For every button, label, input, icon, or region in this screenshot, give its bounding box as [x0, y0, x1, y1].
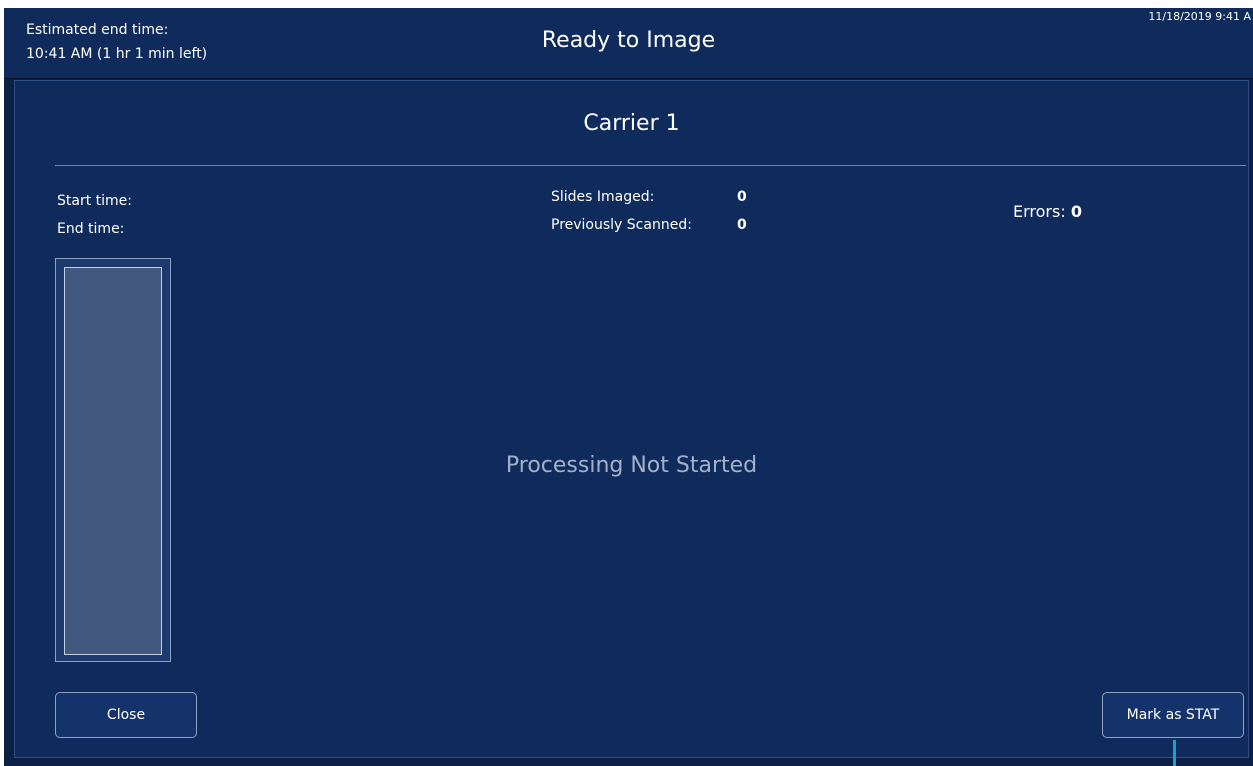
previously-scanned-label: Previously Scanned:: [551, 217, 692, 233]
carrier-title: Carrier 1: [583, 111, 680, 136]
datetime-display: 11/18/2019 9:41 A: [1148, 10, 1251, 23]
start-time-label: Start time:: [57, 193, 132, 209]
pointer-indicator: [1173, 740, 1176, 766]
errors-label: Errors:: [1013, 202, 1066, 221]
errors-count: Errors: 0: [1013, 202, 1082, 221]
status-message: Processing Not Started: [505, 453, 758, 478]
previously-scanned-value: 0: [737, 217, 747, 233]
end-time-label: End time:: [57, 221, 125, 237]
mark-as-stat-button[interactable]: Mark as STAT: [1102, 692, 1244, 738]
divider: [55, 165, 1246, 166]
errors-value: 0: [1070, 202, 1082, 221]
slides-imaged-value: 0: [737, 189, 747, 205]
close-button[interactable]: Close: [55, 692, 197, 738]
page-title: Ready to Image: [541, 28, 716, 53]
slides-imaged-label: Slides Imaged:: [551, 189, 655, 205]
header-bar: Estimated end time: 10:41 AM (1 hr 1 min…: [4, 8, 1253, 79]
carrier-panel: Carrier 1 Start time: End time: Slides I…: [14, 80, 1249, 758]
